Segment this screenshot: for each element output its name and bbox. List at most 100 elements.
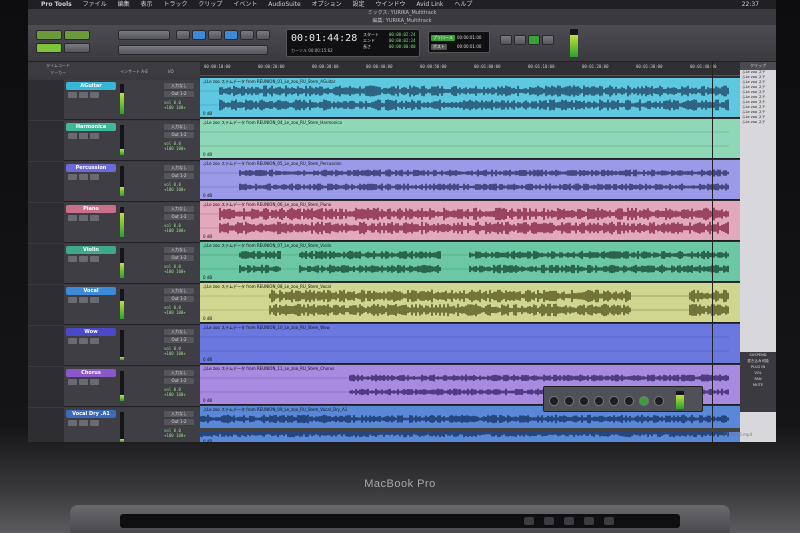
track-input-selector[interactable]: 入力なし xyxy=(164,247,194,253)
preroll-label[interactable]: プリロール xyxy=(431,35,455,41)
track-volume[interactable]: vol 0.0 +100 100+ xyxy=(164,182,186,192)
menu-setup[interactable]: 設定 xyxy=(353,1,365,8)
track-name[interactable]: Harmonica xyxy=(66,123,116,131)
record-enable-button[interactable] xyxy=(68,174,77,180)
smart-tool-button[interactable] xyxy=(224,30,238,40)
touchbar-button[interactable] xyxy=(564,517,574,525)
track-name[interactable]: Vocal xyxy=(66,287,116,295)
clip-name[interactable]: ふLe zoo ステムデータ from REUNION_09_Le_zoo_RU… xyxy=(203,407,347,413)
mute-button[interactable] xyxy=(90,133,99,139)
record-enable-button[interactable] xyxy=(68,256,77,262)
menu-view[interactable]: 表示 xyxy=(141,1,153,8)
menu-help[interactable]: ヘルプ xyxy=(454,1,472,8)
record-enable-button[interactable] xyxy=(68,297,77,303)
track-header[interactable]: Piano 入力なし Out 1-2 vol 0.0 +100 100+ xyxy=(28,203,200,243)
selector-tool-button[interactable] xyxy=(192,30,206,40)
mix-window-title[interactable]: ミックス: YURIKA_Multitrack xyxy=(28,9,776,17)
mute-button[interactable] xyxy=(90,338,99,344)
clip-list-item[interactable]: ふLe zoo ステ xyxy=(740,120,776,125)
solo-button[interactable] xyxy=(79,174,88,180)
postroll-label[interactable]: ポスト xyxy=(431,44,447,50)
track-input-selector[interactable]: 入力なし xyxy=(164,165,194,171)
track-header[interactable]: Percussion 入力なし Out 1-2 vol 0.0 +100 100+ xyxy=(28,162,200,202)
track-name[interactable]: Vocal Dry .A1 xyxy=(66,410,116,418)
track-header[interactable]: Chorus 入力なし Out 1-2 vol 0.0 +100 100+ xyxy=(28,367,200,407)
spot-button[interactable] xyxy=(64,30,90,40)
track-name[interactable]: Piano xyxy=(66,205,116,213)
track-lane[interactable]: ふLe zoo ステムデータ from REUNION_06_Le_zoo_RU… xyxy=(200,201,740,241)
menu-event[interactable]: イベント xyxy=(233,1,257,8)
grabber-tool-button[interactable] xyxy=(208,30,222,40)
track-header[interactable]: Harmonica 入力なし Out 1-2 vol 0.0 +100 100+ xyxy=(28,121,200,161)
track-output-selector[interactable]: Out 1-2 xyxy=(164,214,194,220)
record-enable-button[interactable] xyxy=(68,420,77,426)
menu-track[interactable]: トラック xyxy=(163,1,187,8)
go-to-end-icon[interactable] xyxy=(609,396,619,406)
online-button[interactable] xyxy=(549,396,559,406)
track-output-selector[interactable]: Out 1-2 xyxy=(164,296,194,302)
mute-button[interactable] xyxy=(90,297,99,303)
mute-button[interactable] xyxy=(90,379,99,385)
track-volume[interactable]: vol 0.0 +100 100+ xyxy=(164,346,186,356)
record-enable-button[interactable] xyxy=(68,215,77,221)
track-lane[interactable]: ふLe zoo ステムデータ from REUNION_05_Le_zoo_RU… xyxy=(200,160,740,200)
track-lane[interactable]: ふLe zoo ステムデータ from REUNION_07_Le_zoo_RU… xyxy=(200,242,740,282)
menu-file[interactable]: ファイル xyxy=(83,1,107,8)
stop-button[interactable] xyxy=(514,35,526,45)
track-input-selector[interactable]: 入力なし xyxy=(164,411,194,417)
menu-window[interactable]: ウインドウ xyxy=(375,1,405,8)
touchbar-button[interactable] xyxy=(584,517,594,525)
clip-name[interactable]: ふLe zoo ステムデータ from REUNION_04_Le_zoo_RU… xyxy=(203,120,342,126)
track-output-selector[interactable]: Out 1-2 xyxy=(164,337,194,343)
rewind-button[interactable] xyxy=(500,35,512,45)
menu-options[interactable]: オプション xyxy=(312,1,342,8)
track-lane[interactable]: ふLe zoo ステムデータ from REUNION_04_Le_zoo_RU… xyxy=(200,119,740,159)
panel-mute[interactable]: MUTE xyxy=(740,382,776,388)
solo-button[interactable] xyxy=(79,215,88,221)
record-enable-button[interactable] xyxy=(68,379,77,385)
mute-button[interactable] xyxy=(90,174,99,180)
track-input-selector[interactable]: 入力なし xyxy=(164,124,194,130)
zoom-button[interactable] xyxy=(118,30,170,40)
solo-button[interactable] xyxy=(79,92,88,98)
horizontal-scrollbar[interactable] xyxy=(200,428,740,432)
track-input-selector[interactable]: 入力なし xyxy=(164,288,194,294)
track-output-selector[interactable]: Out 1-2 xyxy=(164,91,194,97)
mute-button[interactable] xyxy=(90,420,99,426)
shuffle-button[interactable] xyxy=(36,30,62,40)
track-name[interactable]: Wow xyxy=(66,328,116,336)
solo-button[interactable] xyxy=(79,420,88,426)
solo-button[interactable] xyxy=(79,133,88,139)
play-icon[interactable] xyxy=(639,396,649,406)
menu-avid-link[interactable]: Avid Link xyxy=(416,1,443,8)
touchbar-button[interactable] xyxy=(524,517,534,525)
pencil-tool-button[interactable] xyxy=(256,30,270,40)
solo-button[interactable] xyxy=(79,297,88,303)
track-output-selector[interactable]: Out 1-2 xyxy=(164,255,194,261)
solo-button[interactable] xyxy=(79,256,88,262)
track-output-selector[interactable]: Out 1-2 xyxy=(164,378,194,384)
solo-button[interactable] xyxy=(79,338,88,344)
touchbar-button[interactable] xyxy=(604,517,614,525)
main-counter[interactable]: 00:01:44:28 カーソル 00:00:15:62 スタート エンド 長さ… xyxy=(286,29,420,57)
clip-name[interactable]: ふLe zoo ステムデータ from REUNION_07_Le_zoo_RU… xyxy=(203,243,331,249)
postroll-value[interactable]: 00:00:01:00 xyxy=(457,44,481,49)
menu-app[interactable]: Pro Tools xyxy=(41,1,72,8)
track-volume[interactable]: vol 0.0 +100 100+ xyxy=(164,428,186,438)
track-name[interactable]: Chorus xyxy=(66,369,116,377)
track-input-selector[interactable]: 入力なし xyxy=(164,370,194,376)
mute-button[interactable] xyxy=(90,256,99,262)
mute-button[interactable] xyxy=(90,92,99,98)
track-name[interactable]: Percussion xyxy=(66,164,116,172)
slip-button[interactable] xyxy=(36,43,62,53)
track-input-selector[interactable]: 入力なし xyxy=(164,83,194,89)
track-volume[interactable]: vol 0.0 +100 100+ xyxy=(164,223,186,233)
scrub-tool-button[interactable] xyxy=(240,30,254,40)
record-icon[interactable] xyxy=(654,396,664,406)
track-output-selector[interactable]: Out 1-2 xyxy=(164,132,194,138)
record-button[interactable] xyxy=(542,35,554,45)
preroll-value[interactable]: 00:00:01:00 xyxy=(457,35,481,40)
fast-forward-icon[interactable] xyxy=(594,396,604,406)
track-name[interactable]: Violin xyxy=(66,246,116,254)
nudge-button[interactable] xyxy=(118,45,268,55)
